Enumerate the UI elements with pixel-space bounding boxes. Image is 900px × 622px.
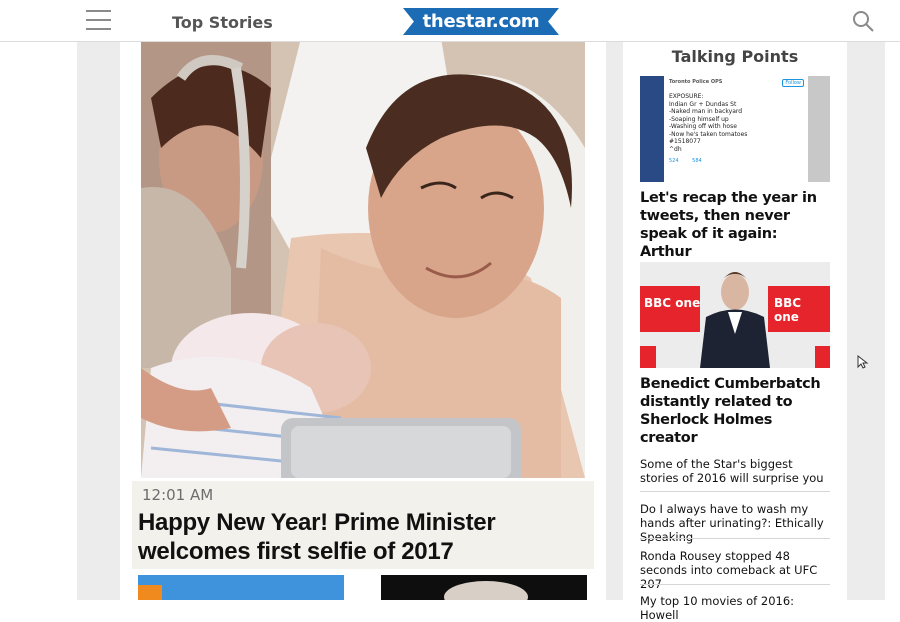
logo-text: thestar.com bbox=[422, 11, 540, 32]
section-title[interactable]: Top Stories bbox=[172, 13, 273, 32]
tweet-line: -Washing off with hose bbox=[669, 123, 737, 130]
sidebar-story-title[interactable]: Benedict Cumberbatch distantly related t… bbox=[640, 375, 830, 447]
tweet-line: -Now he's taken tomatoes bbox=[669, 130, 748, 138]
sidebar-divider bbox=[640, 584, 830, 585]
story-thumbnail[interactable] bbox=[138, 575, 344, 600]
bbc-logo-text: BBC one bbox=[644, 296, 701, 310]
image-edge bbox=[640, 76, 664, 182]
search-icon[interactable] bbox=[852, 10, 874, 32]
sidebar-divider bbox=[640, 538, 830, 539]
tweet-card: Toronto Police OPS Follow EXPOSURE: Indi… bbox=[664, 76, 808, 182]
bbc-promo-image[interactable]: BBC one BBC one bbox=[640, 262, 830, 368]
site-logo[interactable]: thestar.com bbox=[403, 8, 559, 35]
sidebar-story-title[interactable]: Let's recap the year in tweets, then nev… bbox=[640, 189, 830, 261]
tweet-line: EXPOSURE: bbox=[669, 93, 704, 100]
image-edge bbox=[808, 76, 830, 182]
tweet-screenshot-image[interactable]: Toronto Police OPS Follow EXPOSURE: Indi… bbox=[640, 76, 830, 182]
main-headline[interactable]: Happy New Year! Prime Minister welcomes … bbox=[138, 508, 594, 566]
sidebar-link[interactable]: My top 10 movies of 2016: Howell bbox=[640, 594, 830, 622]
tweet-line: Indian Gr + Dundas St bbox=[669, 100, 737, 108]
hamburger-menu-icon[interactable] bbox=[86, 10, 111, 32]
tweet-line: -Soaping himself up bbox=[669, 115, 729, 123]
top-bar: Top Stories thestar.com bbox=[0, 0, 900, 42]
sidebar-divider bbox=[640, 491, 830, 492]
tweet-retweet-count: 524 bbox=[669, 158, 679, 164]
sidebar-heading: Talking Points bbox=[671, 47, 799, 66]
bbc-logo-text: BBC one bbox=[774, 296, 802, 324]
story-thumbnail[interactable] bbox=[381, 575, 587, 600]
tweet-like-count: 584 bbox=[692, 158, 702, 164]
tweet-line: #1518077 bbox=[669, 138, 701, 145]
tweet-follow-button: Follow bbox=[782, 79, 804, 87]
hero-image[interactable] bbox=[141, 38, 585, 478]
sidebar-link[interactable]: Some of the Star's biggest stories of 20… bbox=[640, 457, 830, 485]
tweet-line: ^dh bbox=[669, 145, 682, 153]
mouse-cursor-icon bbox=[857, 355, 869, 369]
tweet-line: -Naked man in backyard bbox=[669, 108, 743, 115]
story-timestamp: 12:01 AM bbox=[142, 486, 214, 504]
